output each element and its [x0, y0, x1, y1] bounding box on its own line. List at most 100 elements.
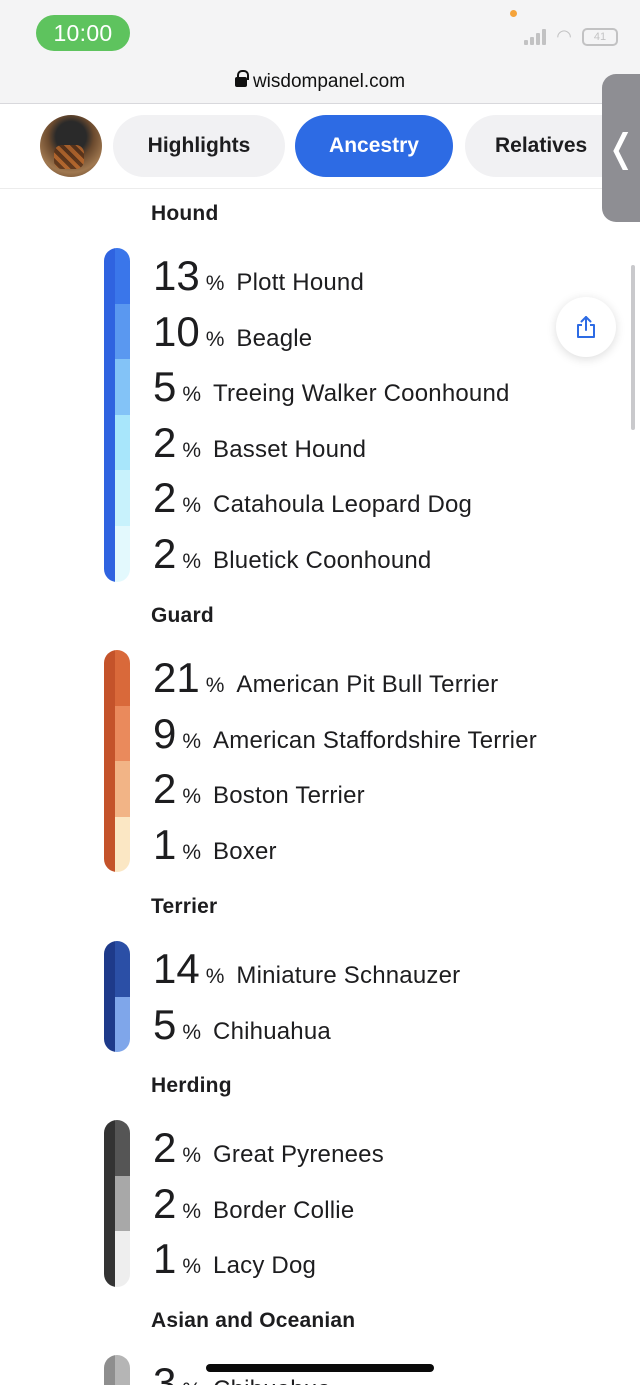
side-panel-handle[interactable]: ❬: [602, 74, 640, 222]
breed-name: Border Collie: [213, 1196, 355, 1224]
group-title-guard: Guard: [151, 604, 214, 627]
group-title-terrier: Terrier: [151, 895, 218, 918]
breed-percent: 2: [153, 765, 177, 813]
breed-name: Lacy Dog: [213, 1252, 317, 1280]
breed-row[interactable]: 2% Border Collie: [153, 1176, 354, 1232]
system-icons: ◠ 41: [524, 26, 618, 47]
ancestry-bar-segments: [115, 1355, 130, 1385]
percent-sign: %: [205, 965, 225, 988]
breed-name: American Pit Bull Terrier: [236, 671, 499, 698]
ancestry-bar-segment: [115, 414, 130, 471]
group-title-hound: Hound: [151, 202, 219, 225]
breed-row[interactable]: 13% Plott Hound: [153, 248, 364, 304]
share-button[interactable]: [556, 297, 616, 357]
ancestry-bar-edge: [104, 248, 115, 582]
percent-sign: %: [182, 1199, 202, 1223]
breed-row[interactable]: 5% Chihuahua: [153, 997, 331, 1053]
breed-row[interactable]: 14% Miniature Schnauzer: [153, 941, 460, 997]
breed-percent: 2: [153, 1179, 177, 1227]
ancestry-bar-edge: [104, 650, 115, 873]
percent-sign: %: [182, 1255, 202, 1279]
home-indicator[interactable]: [206, 1364, 434, 1372]
scrollbar[interactable]: [631, 265, 635, 430]
status-time: 10:00: [36, 15, 130, 51]
breed-name: Plott Hound: [236, 269, 365, 296]
breed-name: Boston Terrier: [213, 782, 365, 810]
breed-name: Boxer: [213, 837, 277, 865]
privacy-indicator-dot: [510, 10, 517, 17]
percent-sign: %: [182, 1020, 202, 1044]
breed-percent: 2: [153, 530, 177, 577]
breed-row[interactable]: 21% American Pit Bull Terrier: [153, 650, 498, 706]
breed-row[interactable]: 2% Boston Terrier: [153, 761, 365, 817]
ancestry-bar-segment: [115, 705, 130, 762]
ancestry-bar-segments: [115, 650, 130, 873]
breed-name: Basset Hound: [213, 435, 367, 463]
ancestry-bar-segment: [115, 1355, 130, 1385]
breed-row[interactable]: 2% Catahoula Leopard Dog: [153, 470, 472, 526]
ancestry-bar-segment: [115, 1120, 130, 1176]
ancestry-bar-segment: [115, 650, 130, 706]
ancestry-bar-hound: [104, 248, 130, 582]
ancestry-bar-segment: [115, 303, 130, 360]
percent-sign: %: [182, 1379, 201, 1385]
battery-level: 41: [593, 30, 607, 43]
breed-percent: 3: [153, 1359, 177, 1385]
breed-row[interactable]: 2% Bluetick Coonhound: [153, 526, 431, 582]
group-title-herding: Herding: [151, 1074, 232, 1097]
breed-row[interactable]: 2% Great Pyrenees: [153, 1120, 384, 1176]
breed-name: Catahoula Leopard Dog: [213, 491, 473, 519]
ancestry-bar-segment: [115, 1175, 130, 1232]
tab-row: Highlights Ancestry Relatives: [0, 105, 640, 189]
avatar[interactable]: [40, 115, 102, 177]
breed-row[interactable]: 1% Lacy Dog: [153, 1231, 316, 1287]
group-title-asian-and-oceanian: Asian and Oceanian: [151, 1309, 356, 1332]
percent-sign: %: [182, 1144, 202, 1167]
ancestry-bar-segment: [115, 359, 130, 415]
breed-name: Bluetick Coonhound: [213, 547, 432, 574]
tab-ancestry[interactable]: Ancestry: [295, 115, 453, 177]
url-bar[interactable]: wisdompanel.com: [0, 60, 640, 104]
percent-sign: %: [182, 840, 202, 864]
breed-percent: 2: [153, 474, 177, 522]
breed-row[interactable]: 5% Treeing Walker Coonhound: [153, 359, 510, 415]
ancestry-bar-edge: [104, 1355, 115, 1385]
breed-name: Treeing Walker Coonhound: [213, 380, 510, 408]
percent-sign: %: [182, 438, 202, 462]
percent-sign: %: [182, 729, 202, 753]
breed-row[interactable]: 9% American Staffordshire Terrier: [153, 706, 537, 762]
ancestry-bar-segments: [115, 941, 130, 1053]
signal-icon: [524, 28, 547, 45]
status-bar: 10:00 ◠ 41: [0, 0, 640, 60]
breed-percent: 13: [153, 252, 200, 299]
url-domain: wisdompanel.com: [252, 70, 406, 92]
ancestry-bar-herding: [104, 1120, 130, 1287]
ancestry-bar-segment: [115, 996, 130, 1053]
breed-row[interactable]: 10% Beagle: [153, 304, 312, 360]
ancestry-bar-segment: [115, 1231, 130, 1287]
ancestry-bar-segment: [115, 470, 130, 526]
percent-sign: %: [182, 550, 202, 573]
ancestry-bar-segment: [115, 816, 130, 873]
percent-sign: %: [182, 383, 202, 407]
percent-sign: %: [205, 674, 225, 697]
ancestry-bar-edge: [104, 941, 115, 1053]
breed-percent: 2: [153, 418, 177, 466]
breed-percent: 21: [153, 654, 200, 701]
lock-icon: [234, 70, 249, 90]
breed-percent: 14: [153, 945, 200, 992]
ancestry-bar-edge: [104, 1120, 115, 1287]
breed-name: Chihuahua: [213, 1376, 331, 1385]
breed-percent: 1: [153, 820, 177, 868]
breed-row[interactable]: 1% Boxer: [153, 817, 277, 873]
tab-highlights[interactable]: Highlights: [113, 115, 285, 177]
ancestry-bar-terrier: [104, 941, 130, 1053]
breed-name: Chihuahua: [213, 1017, 331, 1045]
ancestry-bar-guard: [104, 650, 130, 873]
wifi-icon: ◠: [556, 26, 572, 46]
ancestry-bar-segment: [115, 525, 130, 582]
breed-row[interactable]: 2% Basset Hound: [153, 415, 366, 471]
percent-sign: %: [182, 785, 202, 809]
breed-percent: 5: [153, 1000, 177, 1048]
chevron-left-icon: ❬: [605, 127, 637, 170]
